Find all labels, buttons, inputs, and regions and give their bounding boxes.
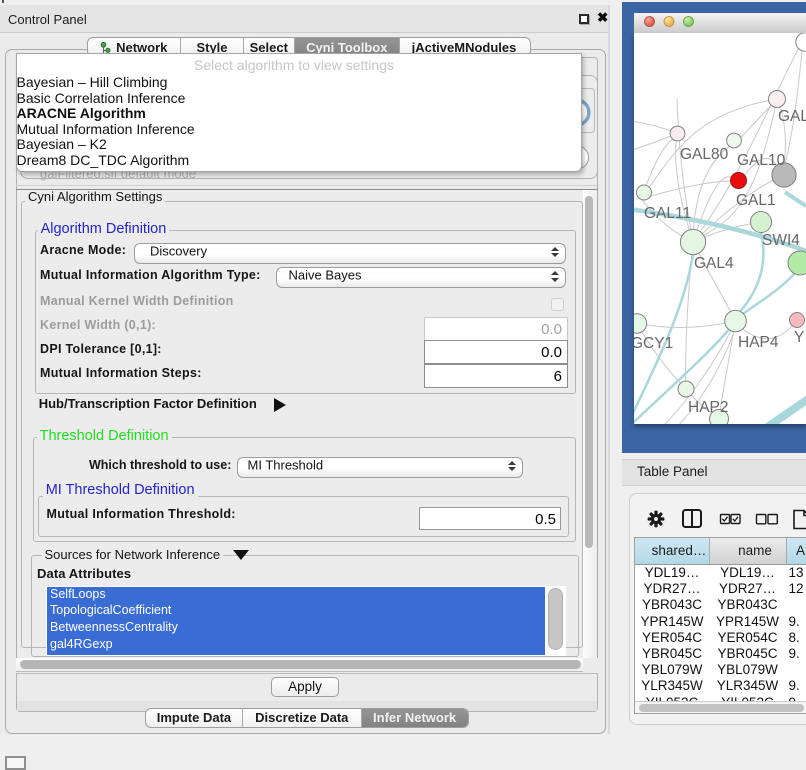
svg-text:HAP4: HAP4	[738, 334, 779, 351]
svg-text:GAL1: GAL1	[736, 192, 776, 209]
svg-text:GAL7: GAL7	[778, 108, 806, 125]
svg-text:GAL10: GAL10	[737, 152, 786, 169]
svg-text:SWI4: SWI4	[762, 232, 800, 249]
svg-text:Y: Y	[794, 329, 804, 346]
svg-text:HAP2: HAP2	[688, 399, 729, 416]
svg-text:GAL80: GAL80	[680, 146, 729, 163]
svg-text:GAL11: GAL11	[644, 205, 691, 222]
svg-text:GCY1: GCY1	[634, 335, 673, 352]
svg-text:GAL4: GAL4	[694, 255, 734, 272]
